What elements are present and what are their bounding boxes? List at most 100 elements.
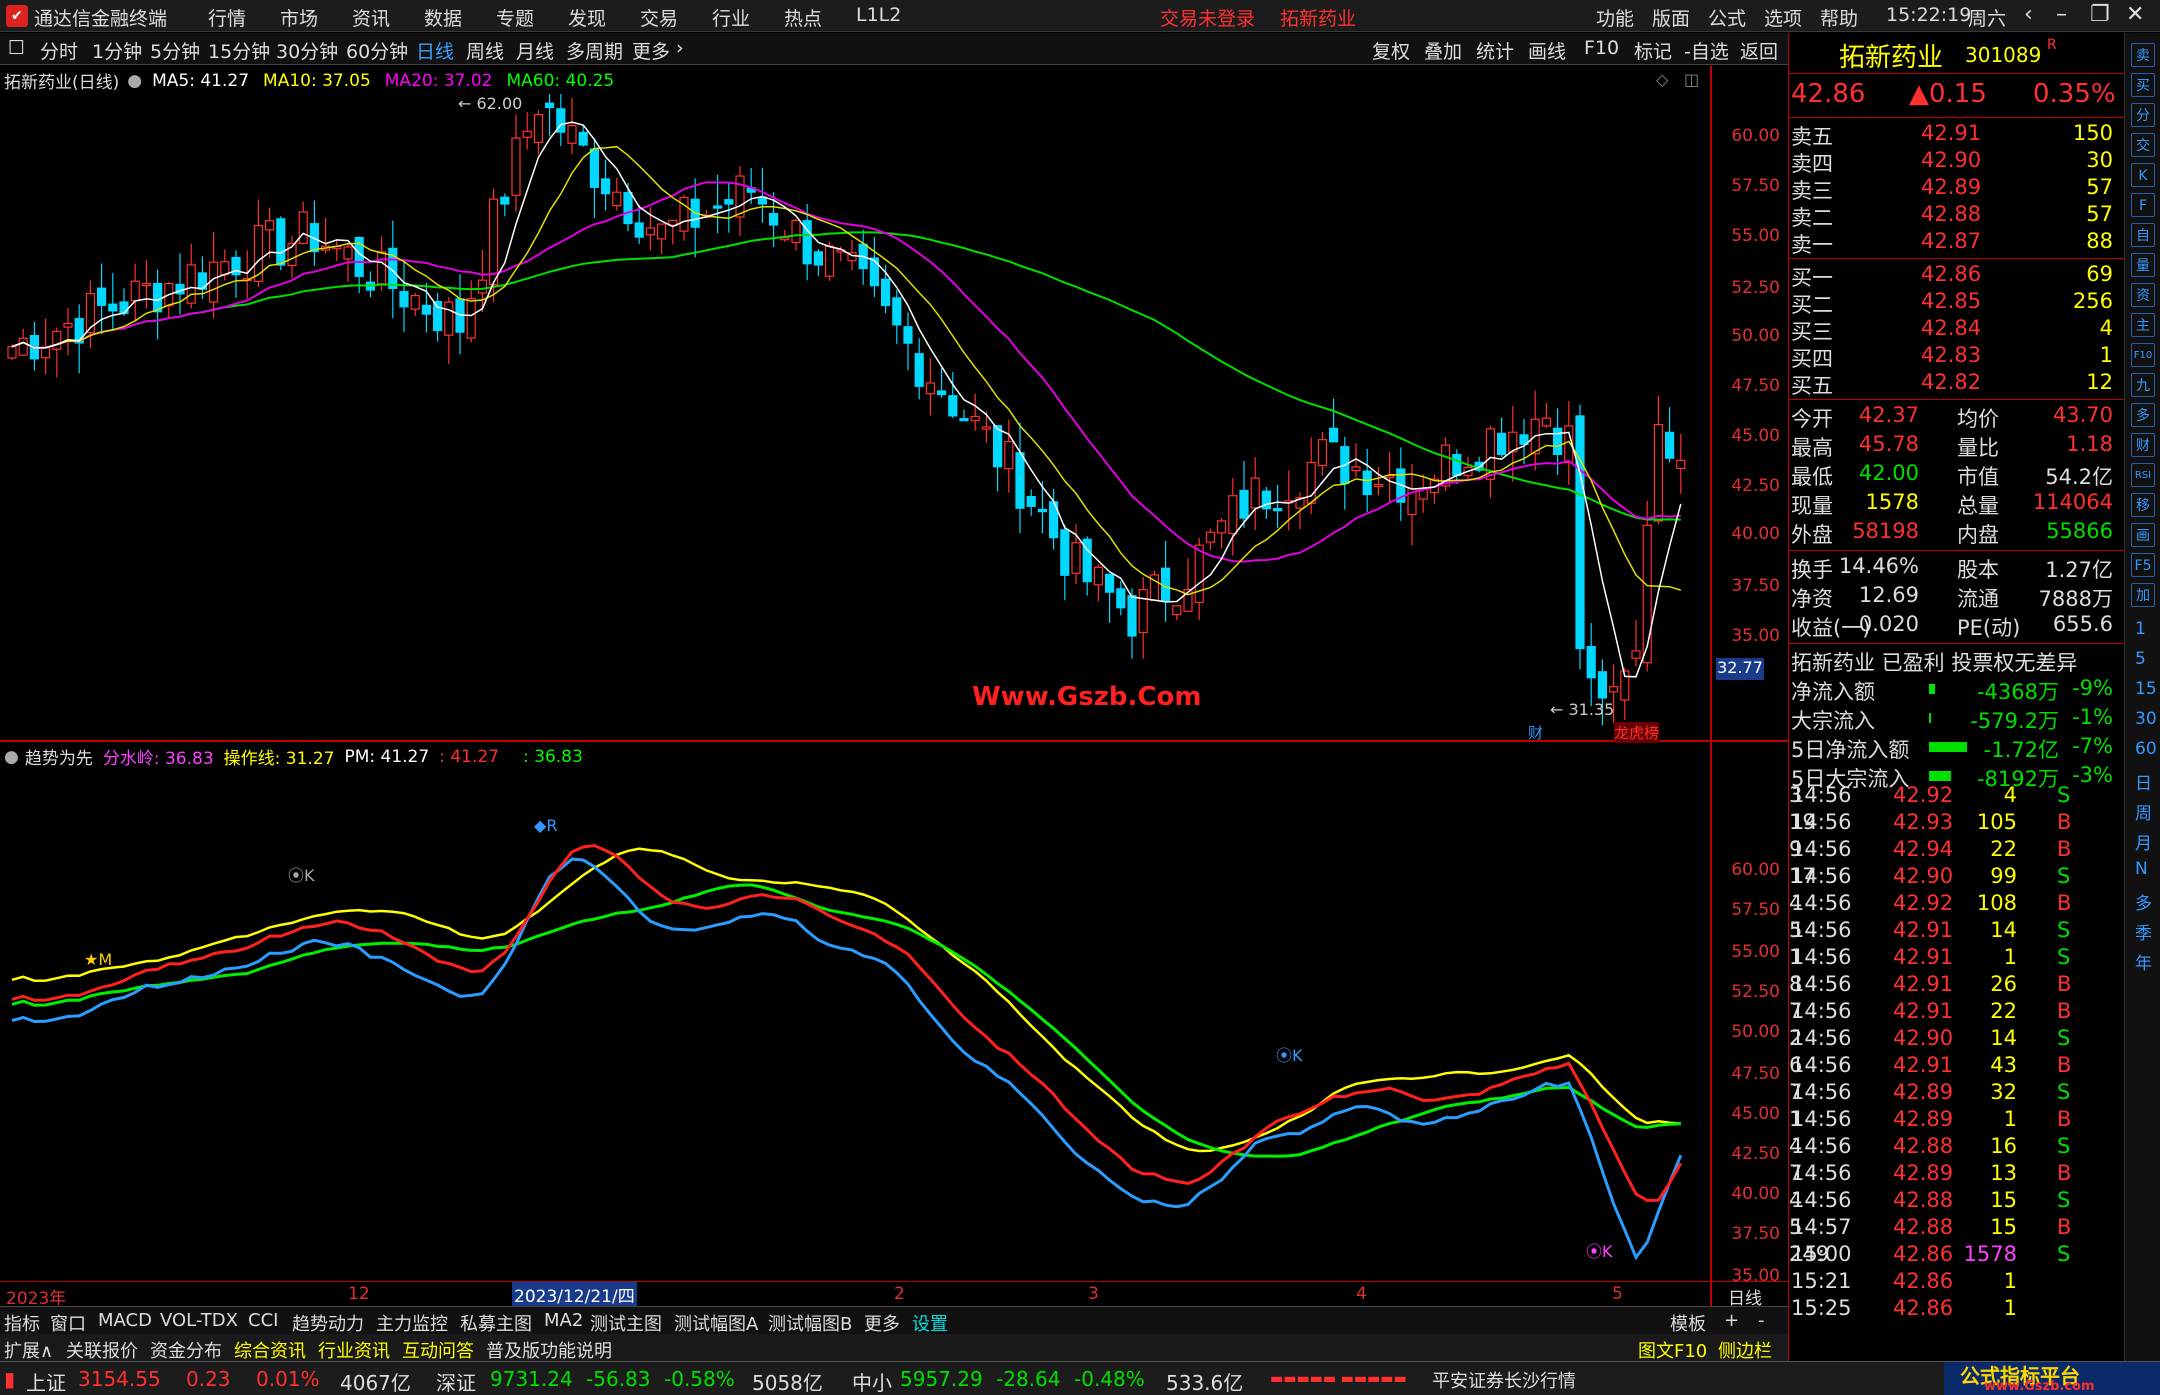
- btn-tongji[interactable]: 统计: [1476, 37, 1514, 64]
- tab-chuangkou[interactable]: 窗口: [50, 1310, 86, 1336]
- side-icon[interactable]: 15: [2135, 679, 2157, 699]
- side-icon[interactable]: N: [2135, 859, 2148, 879]
- sh-label[interactable]: 上证: [26, 1367, 66, 1395]
- side-icon[interactable]: 30: [2135, 709, 2157, 729]
- period-15min[interactable]: 15分钟: [208, 37, 270, 64]
- side-icon[interactable]: 日: [2135, 769, 2152, 794]
- side-icon[interactable]: F5: [2131, 553, 2155, 577]
- settings-dot-icon[interactable]: ●: [4, 747, 19, 767]
- side-icon[interactable]: 卖: [2131, 43, 2155, 67]
- side-icon[interactable]: 买: [2131, 73, 2155, 97]
- chevron-right-icon[interactable]: ›: [676, 37, 684, 59]
- tab-pujiban[interactable]: 普及版功能说明: [486, 1337, 612, 1363]
- period-fenshi-icon[interactable]: ☐: [8, 37, 25, 59]
- pane-divider[interactable]: [0, 740, 1788, 742]
- btn-diejia[interactable]: 叠加: [1424, 37, 1462, 64]
- menu-banmian[interactable]: 版面: [1652, 4, 1690, 31]
- candlestick-chart[interactable]: [0, 94, 1710, 740]
- btn-biaoji[interactable]: 标记: [1634, 37, 1672, 64]
- side-icon[interactable]: 财: [2131, 433, 2155, 457]
- menu-zixun[interactable]: 资讯: [352, 4, 390, 31]
- minimize-icon[interactable]: –: [2056, 2, 2067, 27]
- side-icon[interactable]: 画: [2131, 523, 2155, 547]
- period-30min[interactable]: 30分钟: [276, 37, 338, 64]
- period-monthly[interactable]: 月线: [516, 37, 554, 64]
- side-icon[interactable]: RSI: [2131, 463, 2155, 487]
- tab-cci[interactable]: CCI: [248, 1310, 278, 1331]
- period-5min[interactable]: 5分钟: [150, 37, 200, 64]
- side-icon[interactable]: 交: [2131, 133, 2155, 157]
- side-icon[interactable]: 季: [2135, 919, 2152, 944]
- period-more[interactable]: 更多: [632, 37, 670, 64]
- period-fenshi[interactable]: 分时: [40, 37, 78, 64]
- menu-redian[interactable]: 热点: [784, 4, 822, 31]
- tab-macd[interactable]: MACD: [98, 1310, 152, 1331]
- btn-fanhui[interactable]: 返回: [1740, 37, 1778, 64]
- menu-l1l2[interactable]: L1L2: [856, 4, 901, 26]
- tab-kuozhan[interactable]: 扩展∧: [4, 1337, 53, 1363]
- marker-longhubang[interactable]: 龙虎榜: [1614, 722, 1660, 743]
- menu-zhuanti[interactable]: 专题: [496, 4, 534, 31]
- period-weekly[interactable]: 周线: [466, 37, 504, 64]
- side-icon[interactable]: K: [2131, 163, 2155, 187]
- back-icon[interactable]: ‹: [2024, 2, 2033, 27]
- side-icon[interactable]: 量: [2131, 253, 2155, 277]
- restore-icon[interactable]: ❐: [2090, 2, 2110, 27]
- period-daily[interactable]: 日线: [416, 37, 454, 64]
- menu-jiaoyi[interactable]: 交易: [640, 4, 678, 31]
- tab-ceshizhutu[interactable]: 测试主图: [590, 1310, 662, 1336]
- menu-hangqing[interactable]: 行情: [208, 4, 246, 31]
- side-icon[interactable]: 60: [2135, 739, 2157, 759]
- menu-gongneng[interactable]: 功能: [1596, 4, 1634, 31]
- trade-login-status[interactable]: 交易未登录: [1160, 4, 1255, 31]
- btn-f10[interactable]: F10: [1584, 37, 1619, 59]
- tab-zhulijiankong[interactable]: 主力监控: [376, 1310, 448, 1336]
- menu-hangye[interactable]: 行业: [712, 4, 750, 31]
- side-icon[interactable]: 分: [2131, 103, 2155, 127]
- close-icon[interactable]: ✕: [2126, 2, 2144, 27]
- btn-template[interactable]: 模板: [1670, 1310, 1706, 1336]
- tab-zhibiao[interactable]: 指标: [4, 1310, 40, 1336]
- btn-huaxian[interactable]: 画线: [1528, 37, 1566, 64]
- side-icon[interactable]: 多: [2131, 403, 2155, 427]
- period-1min[interactable]: 1分钟: [92, 37, 142, 64]
- tab-zijinfenbu[interactable]: 资金分布: [150, 1337, 222, 1363]
- side-icon[interactable]: 九: [2131, 373, 2155, 397]
- btn-fuquan[interactable]: 复权: [1372, 37, 1410, 64]
- menu-bangzhu[interactable]: 帮助: [1820, 4, 1858, 31]
- tab-ma2[interactable]: MA2: [544, 1310, 583, 1331]
- tab-more[interactable]: 更多: [864, 1310, 900, 1336]
- menu-gongshi[interactable]: 公式: [1708, 4, 1746, 31]
- side-icon[interactable]: 自: [2131, 223, 2155, 247]
- tab-qushidongli[interactable]: 趋势动力: [292, 1310, 364, 1336]
- settings-dot-icon[interactable]: ●: [127, 71, 142, 91]
- tick-list[interactable]: 14:56 42.92 4 S 3 14:56 42.93 105 B 19 14:56 42.94 2…: [1789, 783, 2125, 1343]
- side-icon[interactable]: 年: [2135, 949, 2152, 974]
- diamond-icon[interactable]: ◇: [1656, 70, 1668, 89]
- side-icon[interactable]: 资: [2131, 283, 2155, 307]
- tab-ceshifutua[interactable]: 测试幅图A: [674, 1310, 758, 1336]
- period-60min[interactable]: 60分钟: [346, 37, 408, 64]
- marker-cai[interactable]: 财: [1528, 722, 1543, 743]
- menu-xuanxiang[interactable]: 选项: [1764, 4, 1802, 31]
- side-icon[interactable]: F10: [2131, 343, 2155, 367]
- period-multi[interactable]: 多周期: [566, 37, 623, 64]
- side-icon[interactable]: 加: [2131, 583, 2155, 607]
- side-icon[interactable]: 月: [2135, 829, 2152, 854]
- side-icon[interactable]: 周: [2135, 799, 2152, 824]
- side-icon[interactable]: 1: [2135, 619, 2146, 639]
- side-icon[interactable]: 移: [2131, 493, 2155, 517]
- menu-shichang[interactable]: 市场: [280, 4, 318, 31]
- tab-simuzhutu[interactable]: 私募主图: [460, 1310, 532, 1336]
- side-icon[interactable]: 主: [2131, 313, 2155, 337]
- btn-add[interactable]: +: [1724, 1310, 1739, 1331]
- btn-remove[interactable]: -: [1758, 1310, 1765, 1331]
- menu-shuju[interactable]: 数据: [424, 4, 462, 31]
- side-icon[interactable]: 5: [2135, 649, 2146, 669]
- sz-label[interactable]: 深证: [436, 1367, 476, 1395]
- tab-tuwenf10[interactable]: 图文F10: [1638, 1337, 1707, 1363]
- tab-zonghezixun[interactable]: 综合资讯: [234, 1337, 306, 1363]
- indicator-chart[interactable]: [0, 766, 1710, 1281]
- tab-hangyezixun[interactable]: 行业资讯: [318, 1337, 390, 1363]
- tab-guanlianbaojia[interactable]: 关联报价: [66, 1337, 138, 1363]
